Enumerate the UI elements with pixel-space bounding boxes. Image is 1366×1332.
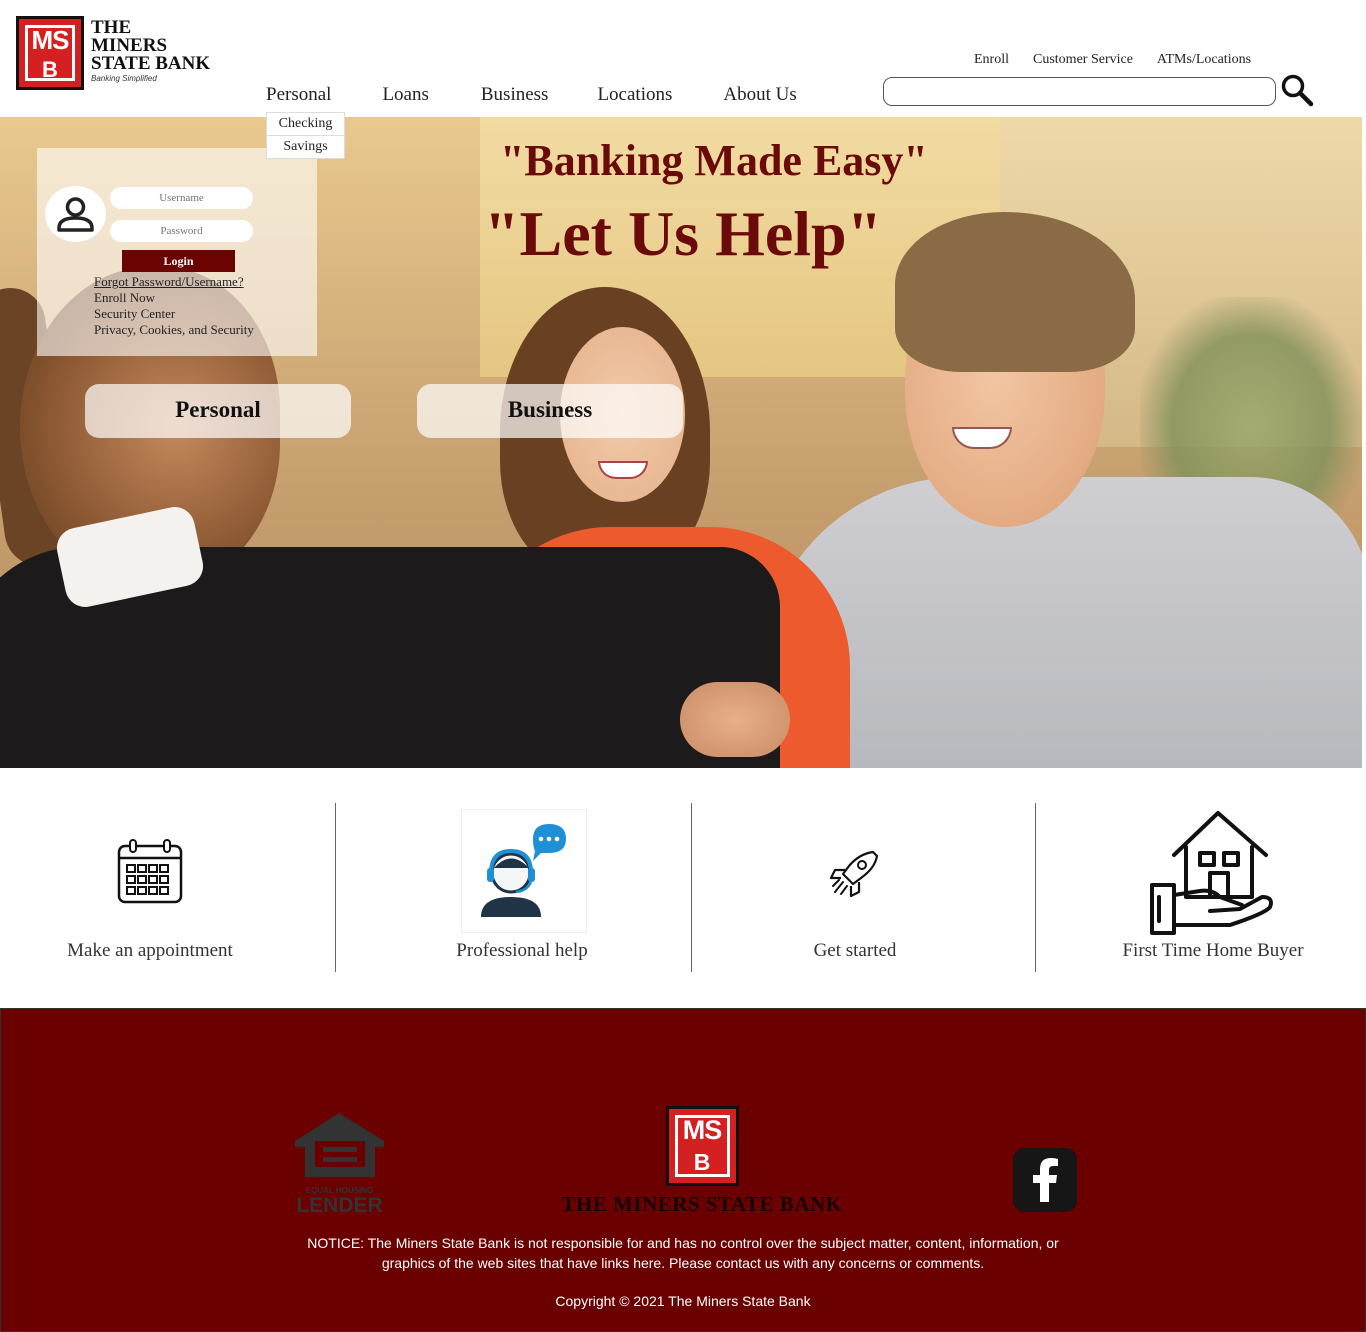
support-agent-icon	[461, 809, 587, 933]
personal-button[interactable]: Personal	[85, 384, 351, 438]
search-icon[interactable]	[1280, 73, 1314, 107]
security-center-link[interactable]: Security Center	[94, 306, 254, 322]
footer-logo[interactable]: MS B THE MINERS STATE BANK	[541, 1106, 863, 1217]
user-avatar-icon	[45, 186, 106, 242]
nav-loans[interactable]: Loans	[382, 84, 428, 106]
password-input[interactable]	[110, 220, 253, 242]
svg-text:LENDER: LENDER	[296, 1194, 382, 1214]
atms-locations-link[interactable]: ATMs/Locations	[1157, 52, 1251, 68]
forgot-password-link[interactable]: Forgot Password/Username?	[94, 274, 254, 290]
nav-personal[interactable]: Personal	[266, 84, 331, 106]
username-input[interactable]	[110, 187, 253, 209]
hero-photo-handshake	[680, 682, 790, 757]
privacy-link[interactable]: Privacy, Cookies, and Security	[94, 322, 254, 338]
home-in-hand-icon	[1150, 811, 1273, 935]
feature-get-started[interactable]: Get started	[745, 804, 965, 972]
footer-notice: NOTICE: The Miners State Bank is not res…	[1, 1233, 1365, 1273]
personal-dropdown: Checking Savings	[266, 112, 345, 159]
nav-locations[interactable]: Locations	[597, 84, 672, 106]
dropdown-savings[interactable]: Savings	[267, 135, 344, 158]
equal-housing-lender-icon: EQUAL HOUSING LENDER	[295, 1113, 384, 1214]
login-panel: Login Forgot Password/Username? Enroll N…	[37, 148, 317, 356]
facebook-icon[interactable]	[1013, 1148, 1077, 1212]
site-header: MS B THE MINERS STATE BANK Banking Simpl…	[0, 0, 1366, 117]
feature-label: Get started	[813, 940, 897, 961]
feature-first-time-home-buyer[interactable]: First Time Home Buyer	[1100, 804, 1326, 972]
hero-banner: "Banking Made Easy" "Let Us Help" Login …	[0, 117, 1362, 768]
divider	[335, 803, 336, 972]
footer-bank-name: THE MINERS STATE BANK	[561, 1192, 843, 1216]
divider	[691, 803, 692, 972]
nav-about-us[interactable]: About Us	[723, 84, 796, 106]
nav-business[interactable]: Business	[481, 84, 549, 106]
feature-label: First Time Home Buyer	[1122, 940, 1304, 961]
feature-label: Make an appointment	[67, 940, 233, 961]
site-footer: EQUAL HOUSING LENDER MS B THE MINERS STA…	[0, 1008, 1366, 1332]
hero-headline-2: "Let Us Help"	[484, 198, 883, 269]
notice-line-2: graphics of the web sites that have link…	[381, 1255, 985, 1271]
msb-logo-mark: MS B	[16, 16, 84, 90]
bank-logo[interactable]: MS B THE MINERS STATE BANK Banking Simpl…	[16, 16, 210, 90]
dropdown-checking[interactable]: Checking	[267, 113, 344, 135]
divider	[1035, 803, 1036, 972]
rocket-icon	[829, 850, 879, 898]
notice-line-1: NOTICE: The Miners State Bank is not res…	[307, 1235, 1059, 1251]
customer-service-link[interactable]: Customer Service	[1033, 52, 1133, 68]
hero-photo-man	[760, 477, 1362, 768]
feature-professional-help[interactable]: Professional help	[412, 804, 632, 972]
login-button[interactable]: Login	[122, 250, 235, 272]
business-button[interactable]: Business	[417, 384, 683, 438]
enroll-link[interactable]: Enroll	[974, 52, 1009, 68]
enroll-now-link[interactable]: Enroll Now	[94, 290, 254, 306]
feature-label: Professional help	[456, 940, 588, 961]
copyright-text: Copyright © 2021 The Miners State Bank	[555, 1293, 811, 1309]
logo-line-3: STATE BANK	[91, 53, 211, 74]
search-input[interactable]	[883, 77, 1276, 106]
footer-logo-mark: MS B	[665, 1106, 739, 1186]
utility-nav: Enroll Customer Service ATMs/Locations	[974, 52, 1251, 68]
login-links: Forgot Password/Username? Enroll Now Sec…	[94, 274, 254, 338]
main-nav: Personal Loans Business Locations About …	[266, 84, 797, 106]
feature-row: Make an appointment Professional help Ge…	[0, 768, 1366, 1008]
logo-wordmark: THE MINERS STATE BANK Banking Simplified	[91, 18, 211, 83]
calendar-icon	[117, 839, 183, 904]
hero-headline-1: "Banking Made Easy"	[500, 136, 928, 185]
logo-tagline: Banking Simplified	[91, 74, 157, 83]
feature-appointment[interactable]: Make an appointment	[40, 804, 260, 972]
